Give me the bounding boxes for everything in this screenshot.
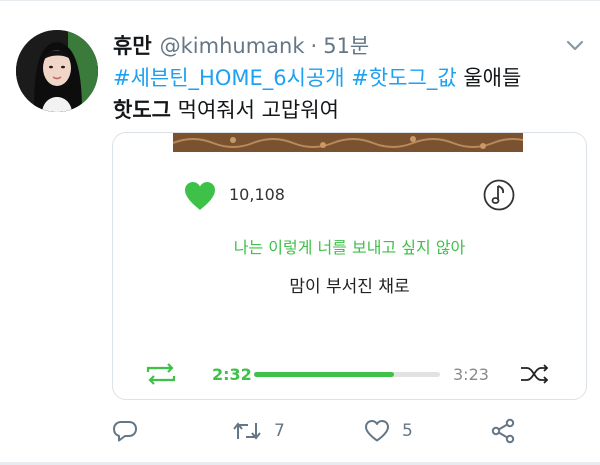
retweet-icon (232, 419, 262, 443)
retweet-count: 7 (274, 421, 285, 441)
chevron-down-icon[interactable] (566, 38, 584, 52)
music-note-icon[interactable] (482, 178, 516, 212)
hashtag-link[interactable]: #핫도그_값 (351, 66, 456, 90)
song-like-count: 10,108 (229, 185, 285, 204)
tweet-text-line-1: #세븐틴_HOME_6시공개 #핫도그_값 울애들 (113, 62, 588, 94)
tweet-header: 휴만 @kimhumank · 51분 (113, 30, 369, 58)
reply-button[interactable] (112, 417, 150, 445)
total-duration: 3:23 (453, 365, 489, 384)
like-button[interactable]: 5 (364, 417, 413, 445)
reply-icon (112, 419, 138, 443)
shuffle-icon[interactable] (519, 363, 551, 385)
separator-dot: · (310, 34, 318, 58)
progress-bar[interactable] (254, 372, 440, 377)
retweet-button[interactable]: 7 (232, 417, 285, 445)
tweet-text-segment: 먹여줘서 고맙워여 (177, 98, 339, 122)
tweet-time[interactable]: 51분 (323, 30, 369, 60)
tweet-text: #세븐틴_HOME_6시공개 #핫도그_값 울애들 핫도그 먹여줘서 고맙워여 (113, 62, 588, 126)
like-count: 5 (402, 421, 413, 441)
progress-fill (254, 372, 394, 377)
avatar[interactable] (16, 30, 98, 112)
tweet-text-line-2: 핫도그 먹여줘서 고맙워여 (113, 94, 588, 126)
tweet-text-segment: 울애들 (463, 66, 522, 90)
user-handle[interactable]: @kimhumank (160, 34, 305, 58)
album-art-image[interactable] (173, 133, 523, 152)
hashtag-link[interactable]: #세븐틴_HOME_6시공개 (113, 66, 345, 90)
lyric-current-line: 나는 이렇게 너를 보내고 싶지 않아 (233, 238, 466, 257)
like-icon (364, 419, 390, 443)
tweet-page: 휴만 @kimhumank · 51분 #세븐틴_HOME_6시공개 #핫도그_… (0, 0, 600, 465)
top-divider (0, 0, 600, 1)
heart-icon[interactable] (183, 180, 217, 212)
repeat-icon[interactable] (144, 362, 178, 386)
music-player-card[interactable]: 10,108 나는 이렇게 너를 보내고 싶지 않아 맘이 부서진 채로 2:3… (112, 132, 587, 400)
share-icon (490, 418, 516, 444)
lyric-next-line: 맘이 부서진 채로 (289, 277, 410, 297)
tweet-text-bold-segment: 핫도그 (113, 98, 171, 122)
share-button[interactable] (490, 417, 516, 445)
display-name[interactable]: 휴만 (113, 30, 152, 60)
elapsed-time: 2:32 (212, 365, 252, 384)
